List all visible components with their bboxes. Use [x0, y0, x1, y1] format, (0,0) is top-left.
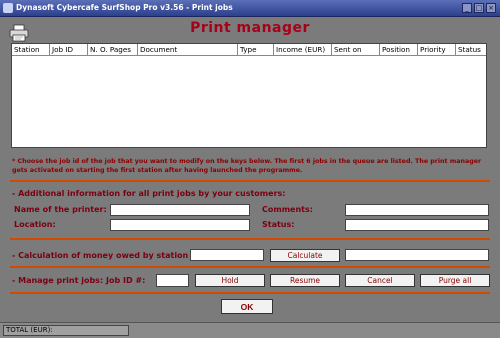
job-id-input[interactable]: [156, 274, 189, 287]
column-header-sent-on[interactable]: Sent on: [332, 44, 380, 55]
minimize-icon[interactable]: _: [462, 3, 472, 13]
resume-button[interactable]: Resume: [270, 274, 340, 287]
column-header-station[interactable]: Station: [12, 44, 50, 55]
column-header-income[interactable]: Income (EUR): [274, 44, 332, 55]
location-label: Location:: [14, 220, 56, 229]
separator: [10, 266, 490, 268]
column-header-pages[interactable]: N. O. Pages: [88, 44, 138, 55]
status-bar: TOTAL (EUR):: [0, 322, 500, 338]
comments-label: Comments:: [262, 205, 313, 214]
location-input[interactable]: [110, 219, 250, 231]
calculate-button[interactable]: Calculate: [270, 249, 340, 262]
column-header-document[interactable]: Document: [138, 44, 238, 55]
window-controls: _ □ ×: [462, 3, 496, 13]
manage-jobs-label: - Manage print jobs:: [12, 276, 104, 285]
app-icon: [3, 3, 13, 13]
column-header-type[interactable]: Type: [238, 44, 274, 55]
separator: [10, 238, 490, 240]
status-label: Status:: [262, 220, 295, 229]
calculation-result-field: [345, 249, 489, 261]
hold-button[interactable]: Hold: [195, 274, 265, 287]
comments-input[interactable]: [345, 204, 489, 216]
printer-name-label: Name of the printer:: [14, 205, 107, 214]
separator: [10, 180, 490, 182]
ok-button[interactable]: OK: [221, 299, 273, 314]
page-title: Print manager: [190, 20, 310, 36]
close-icon[interactable]: ×: [486, 3, 496, 13]
column-header-priority[interactable]: Priority: [418, 44, 456, 55]
total-field: TOTAL (EUR):: [3, 325, 129, 336]
printer-name-input[interactable]: [110, 204, 250, 216]
title-bar: Dynasoft Cybercafe SurfShop Pro v3.56 - …: [0, 0, 500, 17]
additional-info-heading: - Additional information for all print j…: [12, 189, 286, 198]
table-header: Station Job ID N. O. Pages Document Type…: [12, 44, 486, 56]
print-jobs-table[interactable]: Station Job ID N. O. Pages Document Type…: [11, 43, 487, 148]
window-title: Dynasoft Cybercafe SurfShop Pro v3.56 - …: [16, 3, 233, 12]
purge-all-button[interactable]: Purge all: [420, 274, 490, 287]
station-number-input[interactable]: [190, 249, 264, 261]
status-input[interactable]: [345, 219, 489, 231]
column-header-position[interactable]: Position: [380, 44, 418, 55]
calculation-label: - Calculation of money owed by station #…: [12, 251, 201, 260]
column-header-status[interactable]: Status: [456, 44, 486, 55]
job-id-label: Job ID #:: [106, 276, 146, 285]
maximize-icon[interactable]: □: [474, 3, 484, 13]
instructions-text: * Choose the job id of the job that you …: [12, 158, 482, 174]
separator: [10, 292, 490, 294]
column-header-job-id[interactable]: Job ID: [50, 44, 88, 55]
cancel-button[interactable]: Cancel: [345, 274, 415, 287]
